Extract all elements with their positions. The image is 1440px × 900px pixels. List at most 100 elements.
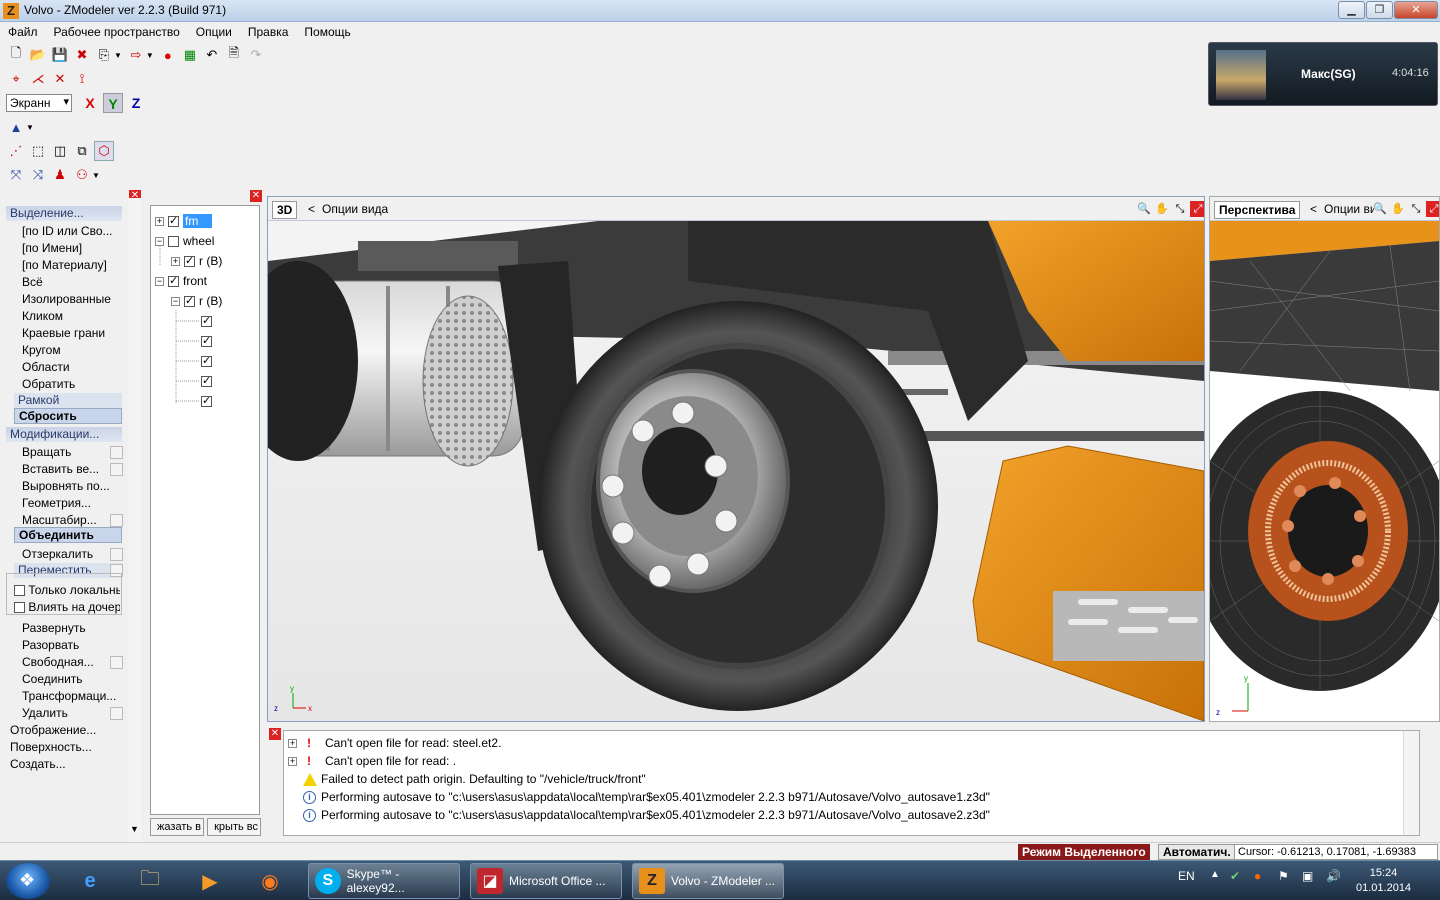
group-icon[interactable]: ⚇ [72,165,92,185]
break-command[interactable]: Разорвать [22,638,79,652]
task-office[interactable]: ◪ Microsoft Office ... [470,863,622,899]
notes-icon[interactable]: 🗎 [224,45,244,65]
task-skype[interactable]: S Skype™ - alexey92... [308,863,460,899]
network-icon[interactable]: ▣ [1302,869,1313,883]
surface-section[interactable]: Поверхность... [10,740,92,754]
media-player-icon[interactable]: ▶ [184,864,236,898]
close-button[interactable]: ✕ [1394,1,1438,19]
group-dropdown-icon[interactable]: ▼ [92,171,100,180]
maximize-button[interactable]: ❐ [1366,1,1393,19]
axis-tool-icon[interactable]: ⋌ [28,69,48,89]
expand-icon[interactable]: + [288,756,297,766]
undo-icon[interactable]: ↶ [202,45,222,65]
start-button[interactable] [6,863,50,899]
mirror-options-button[interactable] [110,548,123,561]
call-notification[interactable]: Макс(SG) 4:04:16 [1208,42,1438,106]
log-close-icon[interactable]: ✕ [269,728,281,740]
insert-options-button[interactable] [110,463,123,476]
ie-icon[interactable]: e [64,864,116,898]
export-icon[interactable]: ⇨ [126,45,146,65]
free-command[interactable]: Свободная... [22,655,94,669]
explorer-folder-icon[interactable]: 🗀 [124,864,176,898]
select-all[interactable]: Всё [22,275,43,289]
tray-expand-icon[interactable]: ▲ [1210,869,1220,880]
system-clock[interactable]: 15:24 01.01.2014 [1356,866,1411,896]
menu-help[interactable]: Помощь [296,22,358,42]
volume-icon[interactable]: 🔊 [1326,869,1341,883]
select-by-material[interactable]: [по Материалу] [22,258,107,272]
menu-options[interactable]: Опции [188,22,240,42]
pan-hand-icon[interactable]: ✋ [1390,201,1406,217]
zoom-icon[interactable]: 🔍 [1136,201,1152,217]
modify-section-header[interactable]: Модификации... [6,427,122,442]
material-editor-icon[interactable]: ▦ [180,45,200,65]
viewport-options-label[interactable]: Опции вида [322,202,388,216]
save-icon[interactable]: 💾 [50,45,70,65]
export-dropdown-icon[interactable]: ▼ [146,51,154,60]
log-entry[interactable]: i Performing autosave to "c:\users\asus\… [303,806,990,824]
auto-mode-indicator[interactable]: Автоматич. [1158,844,1236,860]
menu-edit[interactable]: Правка [240,22,297,42]
tray-flag-icon[interactable]: ⚑ [1278,869,1289,883]
perspective-viewport[interactable]: Перспектива < Опции вида 🔍 ✋ ⤡ ⤢ [1209,196,1440,722]
geometry-command[interactable]: Геометрия... [22,496,91,510]
cross-axis-icon[interactable]: ✕ [50,69,70,89]
select-by-id[interactable]: [по ID или Сво... [22,224,126,238]
delete-icon[interactable]: ✖ [72,45,92,65]
object-mode-icon[interactable]: ⧉ [72,141,92,161]
viewport-options-arrow[interactable]: < [1310,202,1317,216]
local-only-checkbox[interactable] [14,585,25,597]
select-edges[interactable]: Краевые грани [22,326,105,340]
scroll-down-icon[interactable]: ▼ [130,824,139,834]
panel-scrollbar[interactable] [128,198,141,843]
minimize-button[interactable]: ▁ [1338,1,1365,19]
display-section[interactable]: Отображение... [10,723,96,737]
view-space-combo[interactable]: Экранн [6,94,72,112]
import-dropdown-icon[interactable]: ▼ [114,51,122,60]
edge-mode-icon[interactable]: ⬚ [28,141,48,161]
show-all-button[interactable]: жазать в [150,818,204,836]
reset-button[interactable]: Сбросить [14,408,122,424]
menu-workspace[interactable]: Рабочее пространство [46,22,188,42]
zmodeler-app-icon[interactable]: Z [3,3,19,19]
redo-icon[interactable]: ↷ [246,45,266,65]
pan-hand-icon[interactable]: ✋ [1154,201,1170,217]
task-zmodeler[interactable]: Z Volvo - ZModeler ... [632,863,784,899]
align-icon[interactable]: ⤨ [28,165,48,185]
figure-icon[interactable]: ♟ [50,165,70,185]
selection-section-header[interactable]: Выделение... [6,206,122,221]
firefox-icon[interactable]: ◉ [244,864,296,898]
selection-mode-indicator[interactable]: Режим Выделенного [1018,844,1150,860]
tray-ball-icon[interactable]: ● [1254,869,1261,883]
select-invert[interactable]: Обратить [22,377,75,391]
open-folder-icon[interactable]: 📂 [28,45,48,65]
log-entry[interactable]: + ! Can't open file for read: steel.et2. [288,734,501,752]
select-circle[interactable]: Кругом [22,343,61,357]
unwrap-command[interactable]: Развернуть [22,621,86,635]
magnet-icon[interactable]: ⌖ [6,69,26,89]
tree-close-icon[interactable]: ✕ [250,190,262,202]
create-section[interactable]: Создать... [10,757,66,771]
axis-z-toggle[interactable]: Z [126,93,146,113]
face-mode-icon[interactable]: ◫ [50,141,70,161]
viewport-options-label[interactable]: Опции вида [1324,202,1374,216]
log-entry[interactable]: Failed to detect path origin. Defaulting… [303,770,646,788]
zoom-icon[interactable]: 🔍 [1372,201,1388,217]
main-viewport[interactable]: 3D < Опции вида 🔍 ✋ ⤡ ⤢ y z x [267,196,1205,722]
expand-icon[interactable]: + [288,738,297,748]
cone-shape-icon[interactable]: ▲ [6,117,26,137]
free-options-button[interactable] [110,656,123,669]
tray-app-icon[interactable]: ✔ [1230,869,1240,883]
local-only-option[interactable]: Только локальны [14,583,120,597]
connect-command[interactable]: Соединить [22,672,83,686]
language-indicator[interactable]: EN [1178,869,1195,883]
merge-button[interactable]: Объединить [14,527,122,543]
log-entry[interactable]: i Performing autosave to "c:\users\asus\… [303,788,990,806]
new-file-icon[interactable]: 🗋 [6,45,26,65]
hide-all-button[interactable]: крыть вс [207,818,261,836]
frame-mode-toggle[interactable]: Рамкой [14,393,122,408]
fit-view-icon[interactable]: ⤡ [1408,201,1424,217]
scale-command[interactable]: Масштабир... [22,513,108,527]
scale-options-button[interactable] [110,514,123,527]
log-entry[interactable]: + ! Can't open file for read: . [288,752,456,770]
